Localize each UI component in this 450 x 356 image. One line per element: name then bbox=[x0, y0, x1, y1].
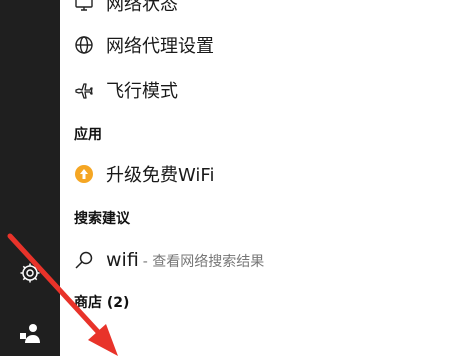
section-heading-apps: 应用 bbox=[74, 127, 102, 143]
monitor-icon bbox=[72, 0, 96, 15]
result-proxy-settings[interactable]: 网络代理设置 bbox=[72, 30, 214, 60]
airplane-icon bbox=[72, 78, 96, 102]
suggestion-text: wifi - 查看网络搜索结果 bbox=[106, 249, 264, 271]
result-label: 网络代理设置 bbox=[106, 36, 214, 57]
section-heading-suggestions: 搜索建议 bbox=[74, 211, 130, 227]
search-results-panel: 网络状态 网络代理设置 飞行模式 应用 升级免费WiFi 搜索建议 wifi -… bbox=[60, 0, 450, 356]
search-icon bbox=[72, 248, 96, 272]
app-upgrade-free-wifi[interactable]: 升级免费WiFi bbox=[72, 159, 214, 189]
result-label: 网络状态 bbox=[106, 0, 178, 15]
app-icon-container bbox=[72, 162, 96, 186]
section-heading-store: 商店 (2) bbox=[74, 295, 130, 311]
upgrade-icon bbox=[75, 165, 93, 183]
gear-icon[interactable] bbox=[18, 261, 42, 285]
user-icon[interactable] bbox=[18, 321, 42, 345]
suggestion-query: wifi bbox=[106, 249, 139, 271]
result-network-status[interactable]: 网络状态 bbox=[72, 0, 178, 18]
suggestion-hint: - 查看网络搜索结果 bbox=[142, 254, 265, 270]
result-airplane-mode[interactable]: 飞行模式 bbox=[72, 75, 178, 105]
result-label: 飞行模式 bbox=[106, 81, 178, 102]
app-label: 升级免费WiFi bbox=[106, 165, 215, 186]
start-menu-rail bbox=[0, 0, 60, 356]
suggestion-web-search[interactable]: wifi - 查看网络搜索结果 bbox=[72, 245, 264, 275]
globe-icon bbox=[72, 33, 96, 57]
